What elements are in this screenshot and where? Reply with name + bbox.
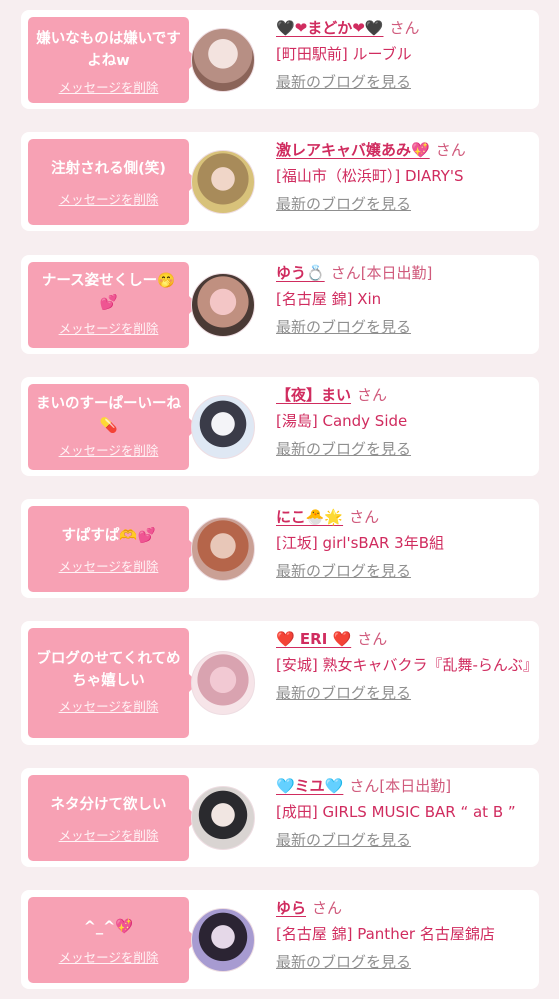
work-status: [本日出勤] [360, 264, 433, 282]
message-card: ブログのせてくれてめちゃ嬉しい メッセージを削除 ❤️ ERI ❤️ さん [安城… [21, 621, 539, 745]
message-text: 注射される側(笑) [51, 161, 166, 177]
message-bubble: ^_^💖 メッセージを削除 [28, 897, 198, 983]
sender-info: 🩵ミユ🩵 さん[本日出勤] [成田] GIRLS MUSIC BAR “ at B… [276, 773, 533, 853]
shop-name: [安城] 熟女キャバクラ『乱舞-らんぶ』 [276, 656, 538, 674]
sender-name-link[interactable]: ゆら [276, 899, 306, 917]
sender-info: にこ🐣🌟 さん [江坂] girl'sBAR 3年B組 最新のブログを見る [276, 504, 533, 584]
avatar[interactable] [191, 517, 255, 581]
delete-message-link[interactable]: メッセージを削除 [59, 947, 159, 966]
message-text: すぱすぱ🫶💕 [61, 528, 156, 544]
shop-name: [湯島] Candy Side [276, 412, 408, 430]
sender-name-link[interactable]: ❤️ ERI ❤️ [276, 630, 351, 648]
latest-blog-link[interactable]: 最新のブログを見る [276, 191, 411, 217]
latest-blog-link[interactable]: 最新のブログを見る [276, 827, 411, 853]
sender-info: 🖤❤まどか❤🖤 さん [町田駅前] ルーブル 最新のブログを見る [276, 15, 533, 95]
honorific: さん [349, 508, 380, 526]
message-bubble: ネタ分けて欲しい メッセージを削除 [28, 775, 198, 861]
sender-info: ゆら さん [名古屋 錦] Panther 名古屋錦店 最新のブログを見る [276, 895, 533, 975]
sender-name-link[interactable]: 激レアキャバ嬢あみ💖 [276, 141, 430, 159]
avatar[interactable] [191, 273, 255, 337]
honorific: さん [349, 777, 380, 795]
message-list: 嫌いなものは嫌いですよねw メッセージを削除 🖤❤まどか❤🖤 さん [町田駅前] … [0, 0, 559, 989]
latest-blog-link[interactable]: 最新のブログを見る [276, 680, 411, 706]
shop-name: [江坂] girl'sBAR 3年B組 [276, 534, 445, 552]
sender-name-link[interactable]: 【夜】まい [276, 386, 351, 404]
message-bubble: まいのすーぱーいーね💊 メッセージを削除 [28, 384, 198, 470]
message-card: ^_^💖 メッセージを削除 ゆら さん [名古屋 錦] Panther 名古屋錦店… [21, 890, 539, 989]
message-text: ネタ分けて欲しい [50, 797, 167, 813]
honorific: さん [435, 141, 466, 159]
honorific: さん [357, 630, 388, 648]
message-card: ネタ分けて欲しい メッセージを削除 🩵ミユ🩵 さん[本日出勤] [成田] GIRL… [21, 768, 539, 867]
message-text: ナース姿せくしー🤭💕 [41, 273, 176, 311]
message-card: まいのすーぱーいーね💊 メッセージを削除 【夜】まい さん [湯島] Candy … [21, 377, 539, 476]
avatar[interactable] [191, 786, 255, 850]
shop-name: [町田駅前] ルーブル [276, 45, 412, 63]
message-card: ナース姿せくしー🤭💕 メッセージを削除 ゆう💍 さん[本日出勤] [名古屋 錦] … [21, 255, 539, 354]
avatar[interactable] [191, 395, 255, 459]
message-bubble: すぱすぱ🫶💕 メッセージを削除 [28, 506, 198, 592]
delete-message-link[interactable]: メッセージを削除 [59, 318, 159, 337]
shop-name: [福山市（松浜町）] DIARY'S [276, 167, 464, 185]
latest-blog-link[interactable]: 最新のブログを見る [276, 558, 411, 584]
sender-info: 【夜】まい さん [湯島] Candy Side 最新のブログを見る [276, 382, 533, 462]
delete-message-link[interactable]: メッセージを削除 [59, 189, 159, 208]
message-text: 嫌いなものは嫌いですよねw [36, 31, 181, 69]
latest-blog-link[interactable]: 最新のブログを見る [276, 436, 411, 462]
work-status: [本日出勤] [379, 777, 452, 795]
sender-name-link[interactable]: ゆう💍 [276, 264, 325, 282]
message-bubble: ブログのせてくれてめちゃ嬉しい メッセージを削除 [28, 628, 198, 738]
honorific: さん [312, 899, 343, 917]
message-bubble: 注射される側(笑) メッセージを削除 [28, 139, 198, 225]
latest-blog-link[interactable]: 最新のブログを見る [276, 69, 411, 95]
avatar[interactable] [191, 651, 255, 715]
shop-name: [名古屋 錦] Panther 名古屋錦店 [276, 925, 495, 943]
sender-name-link[interactable]: にこ🐣🌟 [276, 508, 343, 526]
shop-name: [名古屋 錦] Xin [276, 290, 382, 308]
message-card: 注射される側(笑) メッセージを削除 激レアキャバ嬢あみ💖 さん [福山市（松浜町… [21, 132, 539, 231]
delete-message-link[interactable]: メッセージを削除 [59, 440, 159, 459]
avatar[interactable] [191, 908, 255, 972]
honorific: さん [389, 19, 420, 37]
message-text: ^_^💖 [83, 919, 134, 935]
message-card: 嫌いなものは嫌いですよねw メッセージを削除 🖤❤まどか❤🖤 さん [町田駅前] … [21, 10, 539, 109]
delete-message-link[interactable]: メッセージを削除 [59, 556, 159, 575]
sender-name-link[interactable]: 🖤❤まどか❤🖤 [276, 19, 384, 37]
avatar[interactable] [191, 150, 255, 214]
shop-name: [成田] GIRLS MUSIC BAR “ at B ” [276, 803, 516, 821]
avatar[interactable] [191, 28, 255, 92]
sender-name-link[interactable]: 🩵ミユ🩵 [276, 777, 343, 795]
message-bubble: ナース姿せくしー🤭💕 メッセージを削除 [28, 262, 198, 348]
honorific: さん [330, 264, 361, 282]
message-card: すぱすぱ🫶💕 メッセージを削除 にこ🐣🌟 さん [江坂] girl'sBAR 3年… [21, 499, 539, 598]
message-bubble: 嫌いなものは嫌いですよねw メッセージを削除 [28, 17, 198, 103]
delete-message-link[interactable]: メッセージを削除 [59, 825, 159, 844]
message-text: ブログのせてくれてめちゃ嬉しい [36, 651, 181, 689]
message-text: まいのすーぱーいーね💊 [36, 396, 181, 434]
honorific: さん [357, 386, 388, 404]
delete-message-link[interactable]: メッセージを削除 [59, 696, 159, 715]
sender-info: 激レアキャバ嬢あみ💖 さん [福山市（松浜町）] DIARY'S 最新のブログを見… [276, 137, 533, 217]
delete-message-link[interactable]: メッセージを削除 [59, 77, 159, 96]
latest-blog-link[interactable]: 最新のブログを見る [276, 314, 411, 340]
latest-blog-link[interactable]: 最新のブログを見る [276, 949, 411, 975]
sender-info: ❤️ ERI ❤️ さん [安城] 熟女キャバクラ『乱舞-らんぶ』 最新のブログを… [276, 626, 538, 706]
sender-info: ゆう💍 さん[本日出勤] [名古屋 錦] Xin 最新のブログを見る [276, 260, 533, 340]
